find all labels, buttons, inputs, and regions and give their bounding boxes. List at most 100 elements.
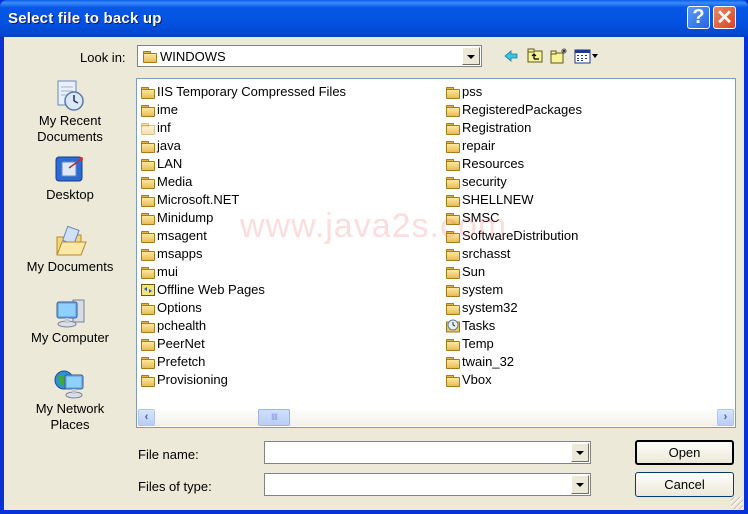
desktop-icon [53, 153, 87, 187]
file-list-item[interactable]: java [139, 137, 346, 155]
folder-icon [446, 285, 460, 297]
file-list-item[interactable]: system [444, 281, 582, 299]
my-computer-icon [53, 296, 87, 330]
open-button[interactable]: Open [635, 440, 734, 465]
place-label: My Network Places [35, 401, 105, 432]
folder-icon [141, 357, 155, 369]
place-desktop[interactable]: Desktop [18, 153, 122, 203]
folder-icon [141, 195, 155, 207]
file-list-item[interactable]: Vbox [444, 371, 582, 389]
file-list-item[interactable]: Temp [444, 335, 582, 353]
file-name: Microsoft.NET [157, 192, 240, 207]
scroll-left-button[interactable]: ‹ [138, 409, 155, 426]
folder-icon [141, 375, 155, 387]
place-label: Desktop [46, 187, 94, 202]
chevron-down-icon[interactable] [571, 443, 589, 462]
view-menu-icon[interactable] [574, 47, 600, 65]
file-list-item[interactable]: SoftwareDistribution [444, 227, 582, 245]
up-one-level-icon[interactable] [526, 47, 544, 65]
folder-icon [141, 105, 155, 117]
file-list-item[interactable]: system32 [444, 299, 582, 317]
file-list-item[interactable]: Resources [444, 155, 582, 173]
file-list-item[interactable]: msapps [139, 245, 346, 263]
title-bar[interactable]: Select file to back up ? ✕ [0, 0, 748, 37]
folder-icon [446, 267, 460, 279]
file-list-item[interactable]: srchasst [444, 245, 582, 263]
folder-icon [446, 105, 460, 117]
file-list-item[interactable]: Registration [444, 119, 582, 137]
scroll-right-button[interactable]: › [717, 409, 734, 426]
file-list-item[interactable]: PeerNet [139, 335, 346, 353]
file-list-item[interactable]: Tasks [444, 317, 582, 335]
file-list-column-2: pss RegisteredPackages Registration repair R… [444, 83, 582, 389]
file-list-item[interactable]: pss [444, 83, 582, 101]
file-list-item[interactable]: ime [139, 101, 346, 119]
chevron-down-icon[interactable] [462, 47, 480, 65]
chevron-down-icon[interactable] [571, 475, 589, 494]
folder-icon [446, 249, 460, 261]
place-my-network-places[interactable]: My Network Places [18, 367, 122, 433]
dialog-body: Look in: WINDOWS My Recent Documents Des… [4, 37, 744, 510]
file-list-item[interactable]: LAN [139, 155, 346, 173]
file-name: mui [157, 264, 178, 279]
file-list-item[interactable]: msagent [139, 227, 346, 245]
file-list-item[interactable]: Microsoft.NET [139, 191, 346, 209]
file-list-item[interactable]: Offline Web Pages [139, 281, 346, 299]
file-name: security [462, 174, 507, 189]
my-documents-icon [53, 225, 87, 259]
file-list[interactable]: IIS Temporary Compressed Files ime inf java… [136, 78, 736, 428]
place-my-recent-documents[interactable]: My Recent Documents [18, 79, 122, 145]
file-list-item[interactable]: Prefetch [139, 353, 346, 371]
file-name: SoftwareDistribution [462, 228, 579, 243]
folder-icon [446, 141, 460, 153]
look-in-combo[interactable]: WINDOWS [137, 45, 482, 67]
folder-icon [446, 339, 460, 351]
folder-icon [141, 339, 155, 351]
file-name-input[interactable] [264, 441, 591, 464]
files-of-type-label: Files of type: [138, 479, 212, 494]
window-title: Select file to back up [8, 10, 162, 27]
new-folder-icon[interactable] [550, 47, 568, 65]
file-list-item[interactable]: pchealth [139, 317, 346, 335]
folder-icon [446, 213, 460, 225]
file-name: pss [462, 84, 483, 99]
scheduled-tasks-icon [446, 319, 460, 333]
file-name: Sun [462, 264, 486, 279]
help-button[interactable]: ? [687, 6, 710, 29]
file-list-item[interactable]: security [444, 173, 582, 191]
place-my-computer[interactable]: My Computer [18, 296, 122, 346]
place-my-documents[interactable]: My Documents [18, 225, 122, 275]
file-name: pchealth [157, 318, 207, 333]
file-list-item[interactable]: RegisteredPackages [444, 101, 582, 119]
file-list-item[interactable]: twain_32 [444, 353, 582, 371]
file-list-item[interactable]: Sun [444, 263, 582, 281]
file-list-item[interactable]: mui [139, 263, 346, 281]
file-list-item[interactable]: inf [139, 119, 346, 137]
file-list-item[interactable]: Options [139, 299, 346, 317]
file-name: msapps [157, 246, 203, 261]
file-name: SMSC [462, 210, 500, 225]
file-list-item[interactable]: Media [139, 173, 346, 191]
scroll-thumb[interactable]: IIII [258, 409, 290, 426]
file-list-item[interactable]: IIS Temporary Compressed Files [139, 83, 346, 101]
cancel-button[interactable]: Cancel [635, 472, 734, 497]
folder-icon [141, 249, 155, 261]
hidden-folder-icon [141, 123, 155, 135]
back-icon[interactable] [502, 47, 520, 65]
file-list-item[interactable]: Minidump [139, 209, 346, 227]
file-name: Options [157, 300, 202, 315]
network-places-icon [53, 367, 87, 401]
files-of-type-select[interactable] [264, 473, 591, 496]
file-name: msagent [157, 228, 207, 243]
file-list-item[interactable]: Provisioning [139, 371, 346, 389]
offline-pages-icon [141, 283, 155, 297]
close-button[interactable]: ✕ [713, 6, 736, 29]
file-list-item[interactable]: SMSC [444, 209, 582, 227]
file-list-item[interactable]: SHELLNEW [444, 191, 582, 209]
horizontal-scrollbar[interactable]: ‹ IIII › [138, 409, 734, 426]
resize-grip[interactable] [731, 497, 743, 509]
folder-icon [446, 159, 460, 171]
toolbar [502, 46, 600, 66]
file-list-item[interactable]: repair [444, 137, 582, 155]
file-name: system [462, 282, 504, 297]
